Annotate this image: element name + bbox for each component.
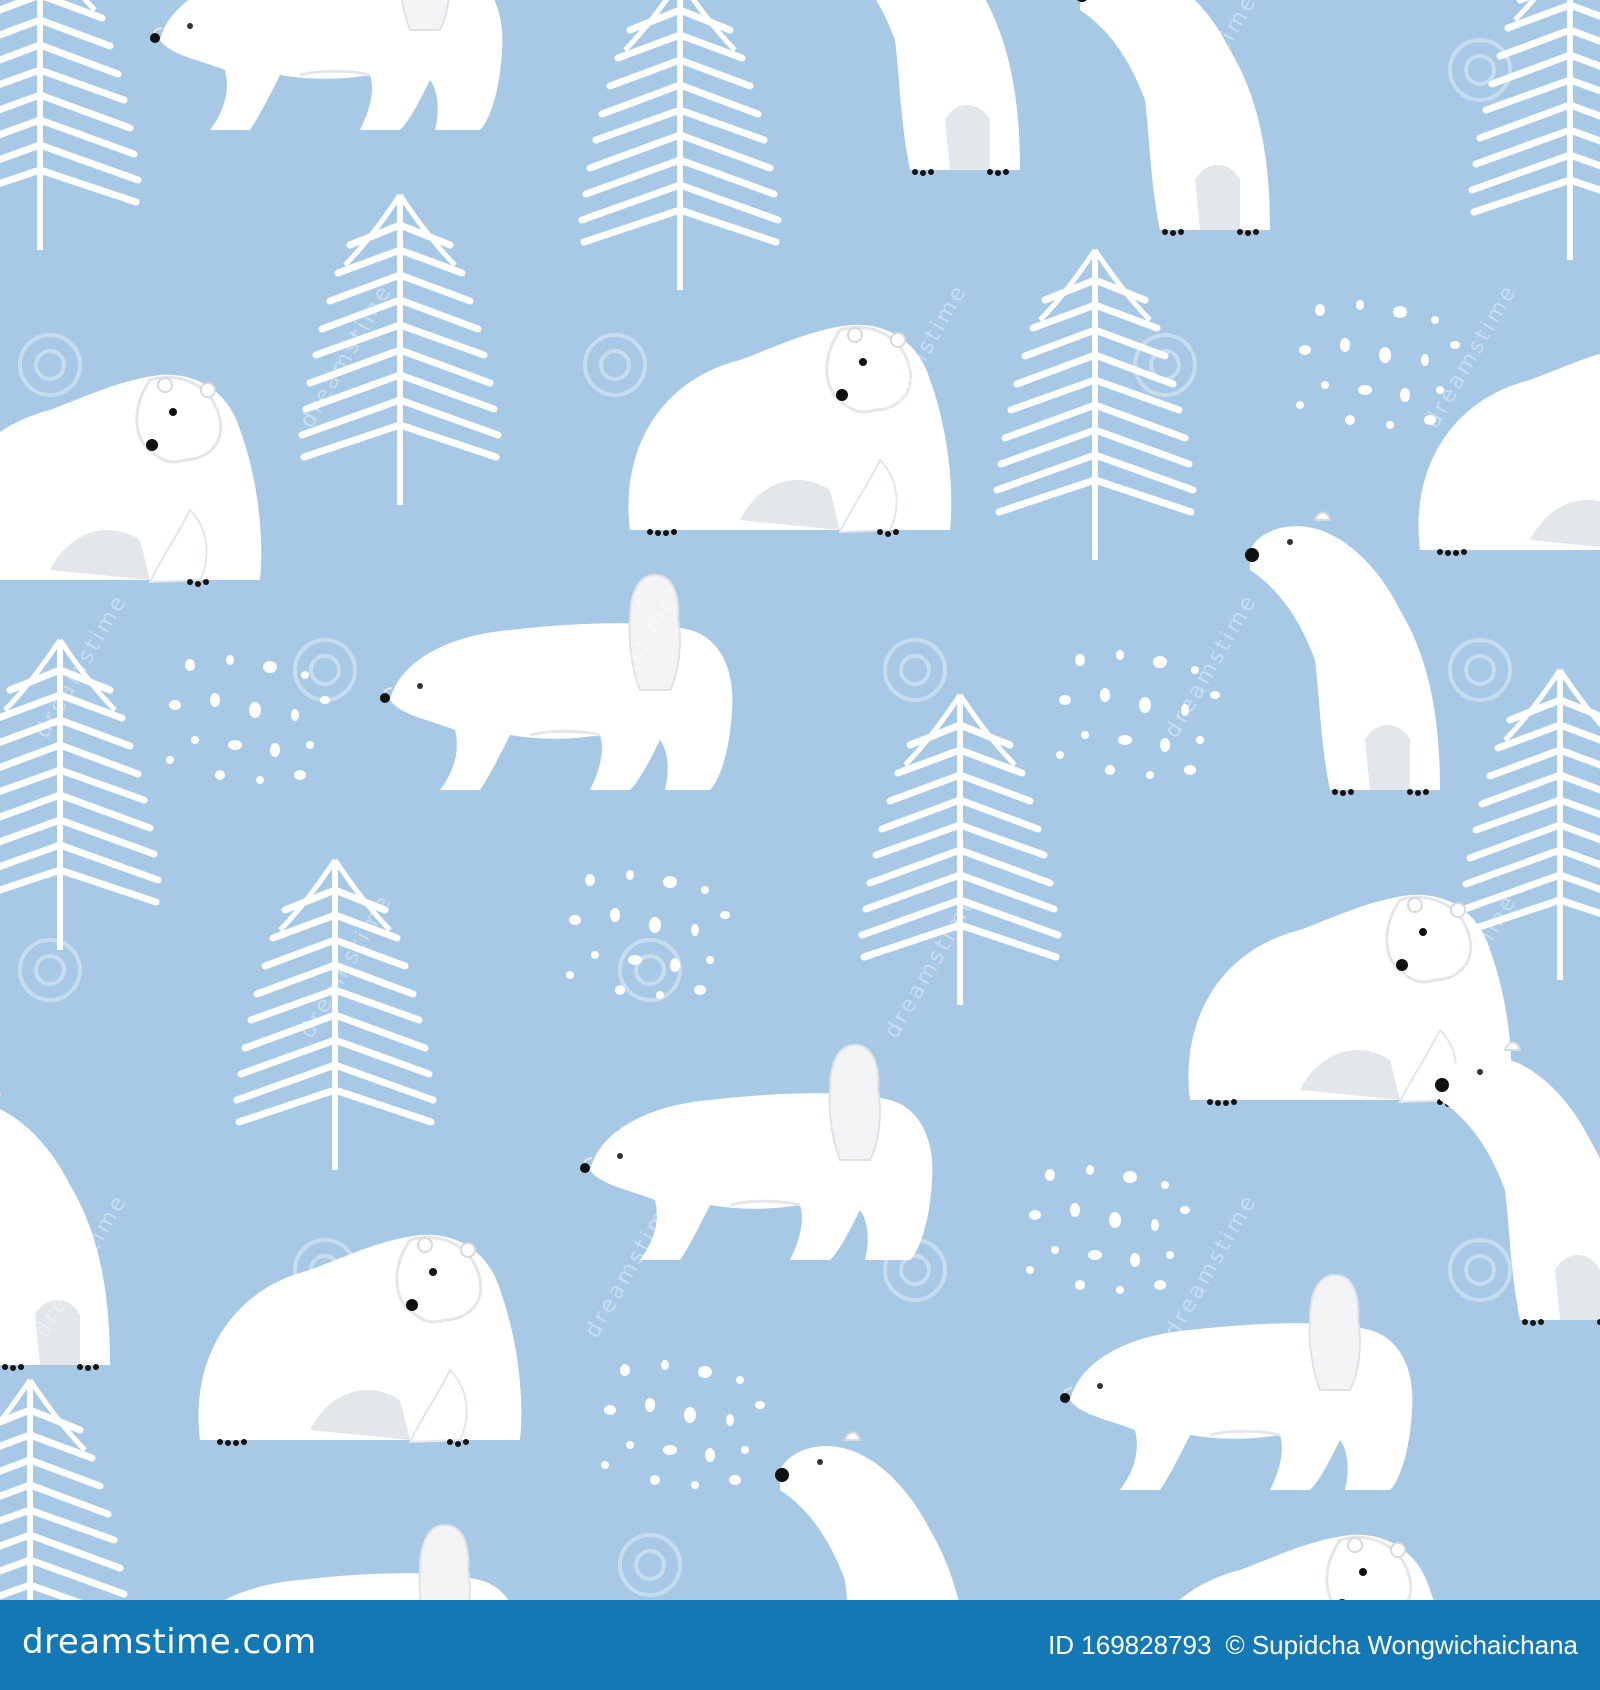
pattern-artwork [0, 0, 1600, 1600]
image-id: ID 169828793 [1048, 1630, 1212, 1660]
polar-bear-pattern-image: dreamstime dreamstime dreamstime dreamst… [0, 0, 1600, 1600]
bear-layer [0, 0, 1600, 1600]
author-credit: © Supidcha Wongwichaichana [1225, 1630, 1578, 1660]
stock-footer-bar: dreamstime.com ID 169828793 © Supidcha W… [0, 1600, 1600, 1690]
brand-logo-text[interactable]: dreamstime.com [22, 1622, 317, 1662]
image-meta: ID 169828793 © Supidcha Wongwichaichana [1048, 1630, 1578, 1661]
